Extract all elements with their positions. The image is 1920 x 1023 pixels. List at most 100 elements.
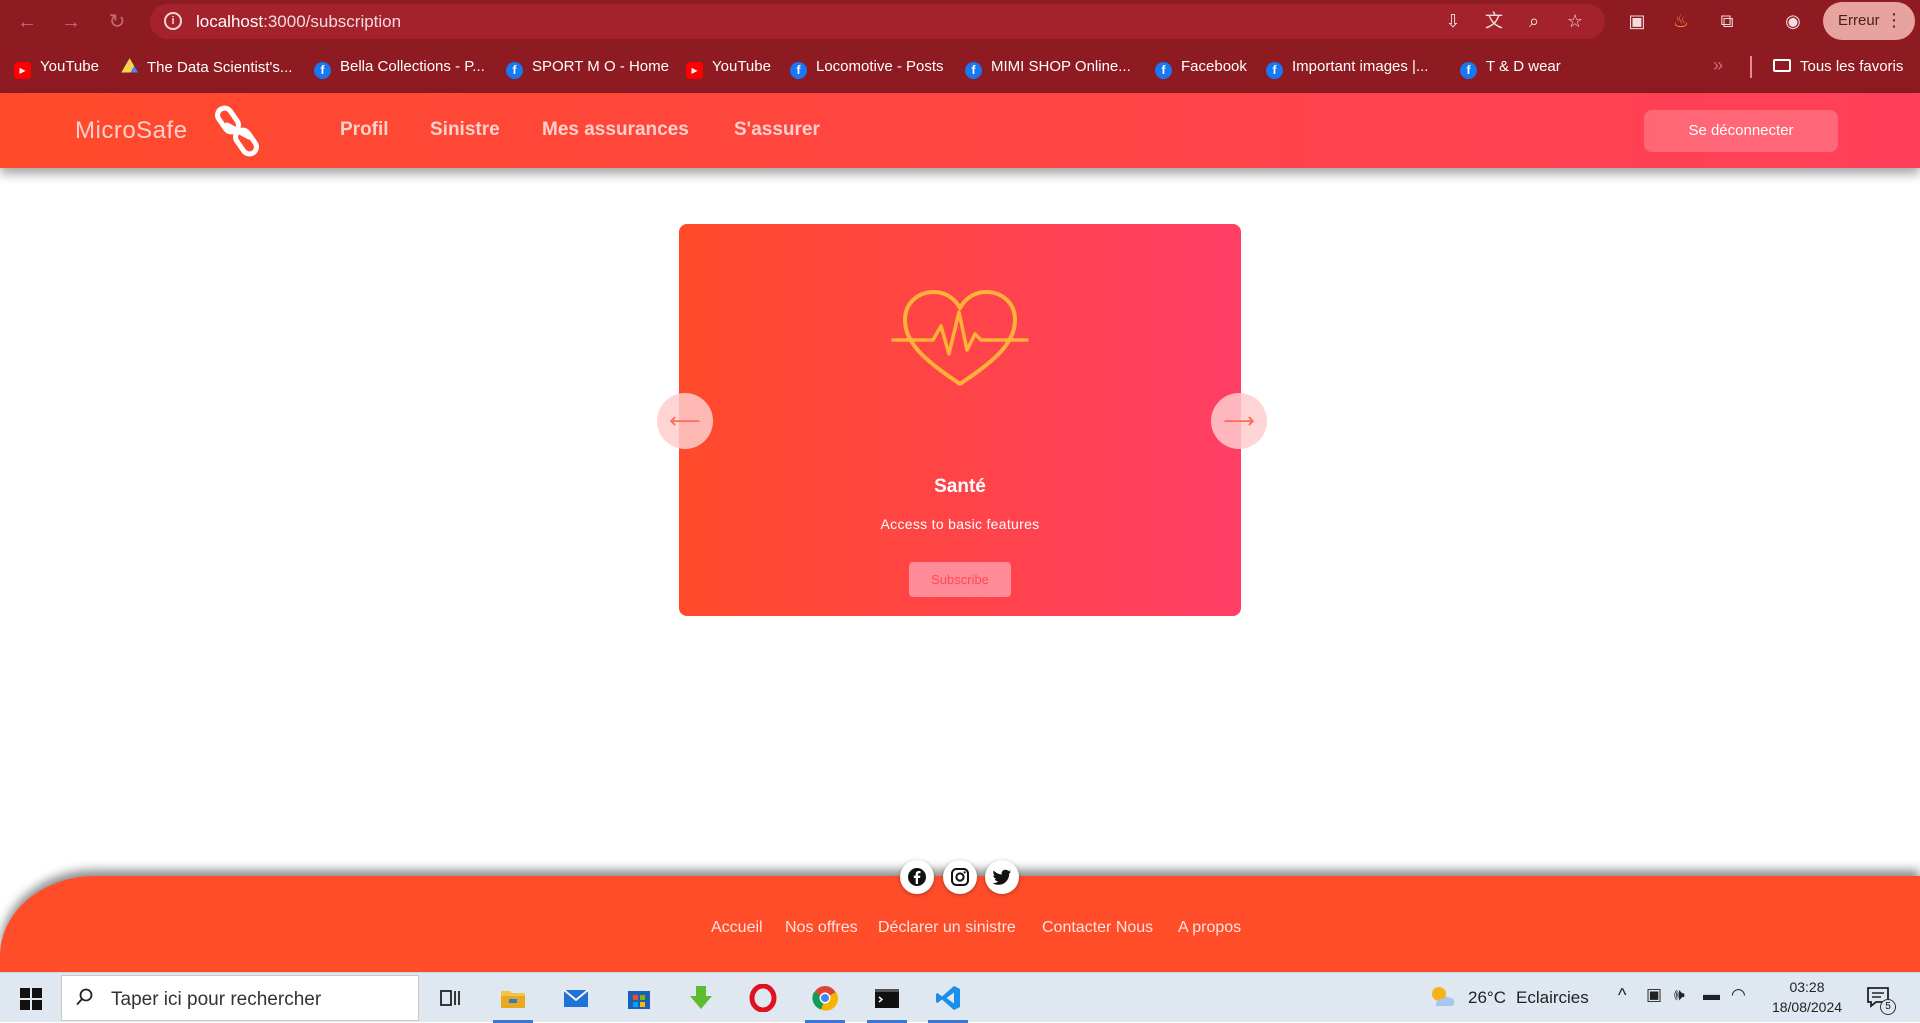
all-bookmarks-folder[interactable]: Tous les favoris xyxy=(1773,58,1903,75)
subscription-card: Santé Access to basic features Subscribe xyxy=(679,224,1241,616)
bookmark-label: T & D wear xyxy=(1486,58,1561,75)
bookmark-item[interactable]: ▸ YouTube xyxy=(686,58,771,79)
bookmark-item[interactable]: f Important images |... xyxy=(1266,58,1428,79)
facebook-icon: f xyxy=(1266,62,1283,79)
volume-icon[interactable]: 🕪 xyxy=(1674,985,1685,1005)
mail-button[interactable] xyxy=(554,979,598,1017)
bookmark-star-icon[interactable]: ☆ xyxy=(1564,10,1586,32)
bookmark-label: MIMI SHOP Online... xyxy=(991,58,1131,75)
search-icon xyxy=(76,988,93,1006)
bookmark-item[interactable]: f Bella Collections - P... xyxy=(314,58,485,79)
install-app-icon[interactable]: ⇩ xyxy=(1442,10,1464,32)
download-arrow-icon xyxy=(690,986,712,1009)
google-drive-icon xyxy=(121,58,138,73)
weather-description[interactable]: Eclaircies xyxy=(1516,988,1589,1008)
footer-link-declarer-sinistre[interactable]: Déclarer un sinistre xyxy=(878,919,1016,937)
extensions-puzzle-icon[interactable]: ⧉ xyxy=(1716,10,1738,32)
taskbar-search-placeholder: Taper ici pour rechercher xyxy=(111,989,322,1010)
app-header: MicroSafe Profil Sinistre Mes assurances… xyxy=(0,93,1920,168)
bookmarks-bar: ▸ YouTube The Data Scientist's... f Bella … xyxy=(0,43,1920,93)
reload-icon[interactable]: ↻ xyxy=(104,9,130,35)
bookmark-item[interactable]: f SPORT M O - Home xyxy=(506,58,669,79)
terminal-button[interactable] xyxy=(865,979,909,1023)
facebook-icon: f xyxy=(506,62,523,79)
avatar[interactable]: ◉ xyxy=(1782,10,1804,32)
profile-error-label: Erreur xyxy=(1838,12,1880,29)
pocket-extension-icon[interactable]: ▣ xyxy=(1626,10,1648,32)
card-title: Santé xyxy=(934,476,986,497)
back-icon[interactable]: ← xyxy=(14,9,40,35)
subscribe-button[interactable]: Subscribe xyxy=(909,562,1011,597)
bookmark-item[interactable]: ▸ YouTube xyxy=(14,58,99,79)
nav-s-assurer[interactable]: S'assurer xyxy=(734,119,820,141)
youtube-icon: ▸ xyxy=(14,62,31,79)
bookmark-item[interactable]: f T & D wear xyxy=(1460,58,1561,79)
browser-toolbar: ← → ↻ i localhost:3000/subscription ⇩ 文 … xyxy=(0,0,1920,43)
bookmark-label: Bella Collections - P... xyxy=(340,58,485,75)
carousel-prev-button[interactable]: ⟵ xyxy=(657,393,713,449)
footer-twitter-link[interactable] xyxy=(985,860,1019,894)
footer-link-a-propos[interactable]: A propos xyxy=(1178,919,1241,937)
downloader-button[interactable] xyxy=(679,979,723,1017)
bookmark-label: YouTube xyxy=(40,58,99,75)
battery-icon[interactable]: ▬ xyxy=(1703,985,1720,1005)
bookmark-item[interactable]: f Facebook xyxy=(1155,58,1247,79)
nav-profil[interactable]: Profil xyxy=(340,119,389,141)
windows-start-icon[interactable] xyxy=(20,988,42,1010)
bookmark-label: The Data Scientist's... xyxy=(147,59,293,76)
bookmark-item[interactable]: f Locomotive - Posts xyxy=(790,58,944,79)
notification-count-badge: 5 xyxy=(1880,999,1896,1015)
bookmark-label: YouTube xyxy=(712,58,771,75)
terminal-icon xyxy=(875,989,899,1008)
mail-icon xyxy=(563,989,589,1007)
network-device-icon[interactable]: ▣ xyxy=(1646,985,1662,1005)
clock-time: 03:28 xyxy=(1789,979,1825,995)
bookmark-label: Locomotive - Posts xyxy=(816,58,944,75)
footer-facebook-link[interactable] xyxy=(900,860,934,894)
menu-kebab-icon[interactable]: ⋮ xyxy=(1885,10,1903,30)
url-host: localhost xyxy=(196,12,264,31)
forward-icon[interactable]: → xyxy=(58,9,84,35)
footer-link-contacter-nous[interactable]: Contacter Nous xyxy=(1042,919,1153,937)
footer-link-nos-offres[interactable]: Nos offres xyxy=(785,919,858,937)
vscode-button[interactable] xyxy=(926,979,970,1023)
card-description: Access to basic features xyxy=(880,516,1040,532)
profile-error-button[interactable]: Erreur ⋮ xyxy=(1823,2,1915,40)
zoom-icon[interactable]: ⌕ xyxy=(1523,10,1545,32)
file-explorer-button[interactable] xyxy=(491,979,535,1023)
wifi-icon[interactable]: ◠ xyxy=(1731,985,1746,1005)
nav-mes-assurances[interactable]: Mes assurances xyxy=(542,119,689,141)
url-text[interactable]: localhost:3000/subscription xyxy=(196,12,401,32)
site-info-icon[interactable]: i xyxy=(164,12,182,30)
clock-date: 18/08/2024 xyxy=(1771,999,1843,1015)
twitter-icon xyxy=(992,869,1011,885)
task-view-button[interactable] xyxy=(428,979,472,1017)
chrome-button[interactable] xyxy=(803,979,847,1023)
brand-name[interactable]: MicroSafe xyxy=(75,117,188,145)
translate-icon[interactable]: 文 xyxy=(1483,10,1505,32)
facebook-icon: f xyxy=(1155,62,1172,79)
weather-temperature[interactable]: 26°C xyxy=(1468,988,1506,1008)
carousel-next-button[interactable]: ⟶ xyxy=(1211,393,1267,449)
taskbar-search-input[interactable]: Taper ici pour rechercher xyxy=(61,975,419,1021)
address-bar[interactable]: i localhost:3000/subscription xyxy=(150,4,1605,39)
opera-button[interactable] xyxy=(741,979,785,1017)
fire-extension-icon[interactable]: ♨ xyxy=(1670,10,1692,32)
store-button[interactable] xyxy=(617,979,661,1017)
bookmarks-divider xyxy=(1750,56,1752,78)
task-view-icon xyxy=(440,990,460,1006)
footer-link-accueil[interactable]: Accueil xyxy=(711,919,763,937)
clock[interactable]: 03:28 18/08/2024 xyxy=(1762,977,1852,1017)
chevron-up-icon[interactable]: ^ xyxy=(1618,985,1626,1006)
footer-instagram-link[interactable] xyxy=(943,860,977,894)
folder-icon xyxy=(1773,59,1791,72)
logout-button[interactable]: Se déconnecter xyxy=(1644,110,1838,152)
nav-sinistre[interactable]: Sinistre xyxy=(430,119,500,141)
facebook-icon xyxy=(908,868,926,886)
bookmark-item[interactable]: The Data Scientist's... xyxy=(121,58,292,76)
store-icon xyxy=(628,991,650,1009)
bookmark-label: Facebook xyxy=(1181,58,1247,75)
taskbar: Taper ici pour rechercher 26°C Eclaircie… xyxy=(0,972,1920,1023)
bookmark-item[interactable]: f MIMI SHOP Online... xyxy=(965,58,1131,79)
chevron-more-icon[interactable]: » xyxy=(1713,55,1723,76)
